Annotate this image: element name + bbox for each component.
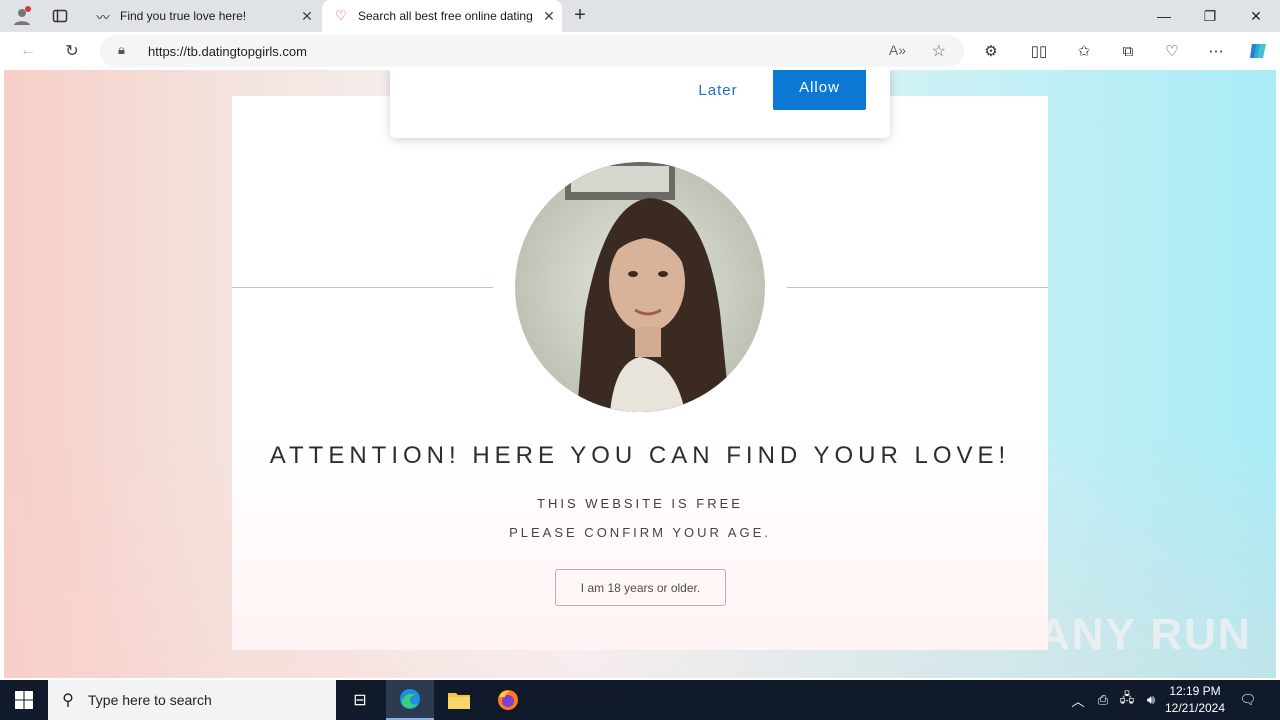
search-placeholder: Type here to search <box>88 692 212 708</box>
windows-taskbar: ⚲ Type here to search ⊟ ︿ ⎙ 🖧︎ 🔊︎ 12:19 … <box>0 680 1280 720</box>
volume-icon[interactable]: 🔊︎ <box>1140 680 1162 720</box>
favorite-star-icon[interactable]: ☆ <box>932 41 946 61</box>
firefox-icon[interactable] <box>484 680 532 720</box>
page-headline: ATTENTION! HERE YOU CAN FIND YOUR LOVE! <box>269 442 1011 469</box>
tab-search-dating[interactable]: ♡ Search all best free online dating ✕ <box>322 0 562 32</box>
favorites-icon[interactable]: ✩ <box>1070 38 1098 64</box>
close-tab-icon[interactable]: ✕ <box>536 8 562 25</box>
back-button[interactable]: ← <box>14 38 42 64</box>
later-button[interactable]: Later <box>690 76 746 106</box>
new-tab-button[interactable]: + <box>568 4 592 28</box>
anyrun-watermark: ANY RUN <box>1038 610 1252 659</box>
heart-icon: ♡ <box>335 8 347 23</box>
minimize-button[interactable]: — <box>1141 0 1187 32</box>
notification-permission-popup: Later Allow <box>390 70 890 138</box>
collections-icon[interactable]: ⧉ <box>1114 38 1142 64</box>
network-icon[interactable]: 🖧︎ <box>1116 680 1138 720</box>
allow-button[interactable]: Allow <box>773 70 866 110</box>
notifications-icon[interactable]: 🗨︎ <box>1236 680 1260 720</box>
wave-signature-icon: 〰 <box>96 9 110 25</box>
confirm-age-button[interactable]: I am 18 years or older. <box>555 569 726 606</box>
clock-date: 12/21/2024 <box>1164 701 1226 715</box>
tab-title: Find you true love here! <box>120 9 247 23</box>
profile-photo <box>515 162 765 412</box>
split-screen-icon[interactable]: ▯▯ <box>1025 38 1053 64</box>
clock-time: 12:19 PM <box>1169 684 1221 698</box>
content-card: ATTENTION! HERE YOU CAN FIND YOUR LOVE! … <box>232 96 1048 650</box>
free-website-text: THIS WEBSITE IS FREE <box>537 496 743 511</box>
browser-titlebar: 〰 Find you true love here! ✕ ♡ Search al… <box>0 0 1280 32</box>
browser-toolbar: ← ↻ 🔒︎ https://tb.datingtopgirls.com A» … <box>0 32 1280 70</box>
more-menu-icon[interactable]: ⋯ <box>1202 38 1230 64</box>
taskbar-search-box[interactable]: ⚲ Type here to search <box>48 680 336 720</box>
show-hidden-icons[interactable]: ︿ <box>1068 680 1088 720</box>
start-button[interactable] <box>0 680 48 720</box>
edge-icon[interactable] <box>386 680 434 720</box>
file-explorer-icon[interactable] <box>435 680 483 720</box>
device-icon[interactable]: ⎙ <box>1092 680 1114 720</box>
close-window-button[interactable]: ✕ <box>1233 0 1279 32</box>
refresh-button[interactable]: ↻ <box>58 38 86 64</box>
divider-left <box>232 287 493 288</box>
address-bar[interactable]: 🔒︎ https://tb.datingtopgirls.com A» ☆ <box>100 35 964 67</box>
tab-actions-icon[interactable] <box>46 4 74 28</box>
restore-button[interactable]: ❐ <box>1187 0 1233 32</box>
divider-right <box>787 287 1048 288</box>
tab-find-true-love[interactable]: 〰 Find you true love here! ✕ <box>84 0 320 32</box>
confirm-age-text: PLEASE CONFIRM YOUR AGE. <box>509 525 771 540</box>
browser-essentials-icon[interactable]: ♡ <box>1158 38 1186 64</box>
profile-icon[interactable] <box>8 4 36 28</box>
lock-icon[interactable]: 🔒︎ <box>118 42 125 58</box>
taskbar-clock[interactable]: 12:19 PM 12/21/2024 <box>1160 683 1230 717</box>
task-view-icon[interactable]: ⊟ <box>336 680 384 720</box>
page-viewport: ATTENTION! HERE YOU CAN FIND YOUR LOVE! … <box>4 70 1276 678</box>
copilot-icon[interactable] <box>1244 38 1272 64</box>
read-aloud-icon[interactable]: A» <box>889 42 906 58</box>
extensions-icon[interactable]: ⚙ <box>977 38 1005 64</box>
url-text: https://tb.datingtopgirls.com <box>148 44 307 59</box>
close-tab-icon[interactable]: ✕ <box>294 8 320 25</box>
search-icon: ⚲ <box>62 692 74 709</box>
tab-title: Search all best free online dating <box>358 9 533 23</box>
